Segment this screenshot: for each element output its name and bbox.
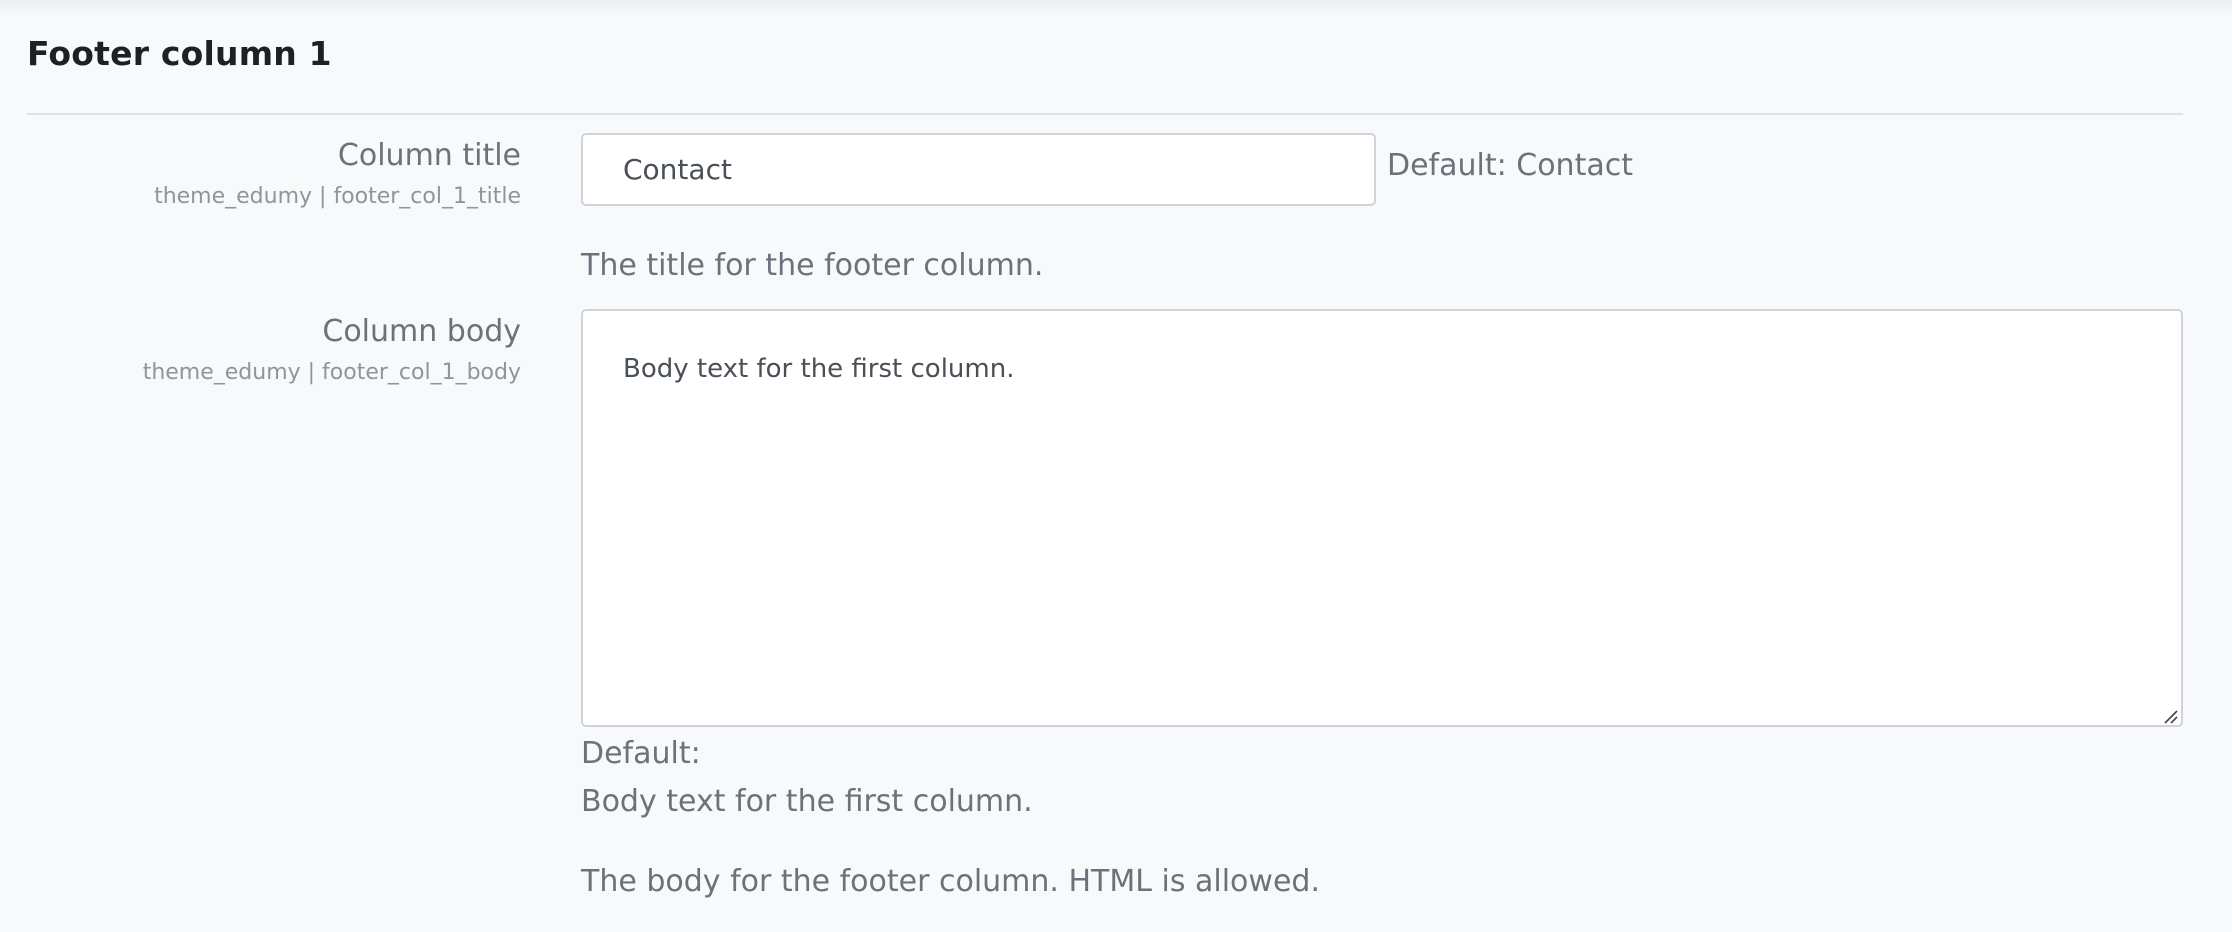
column-body-setting-key: theme_edumy | footer_col_1_body [142,360,521,385]
column-title-default: Default: Contact [1387,148,1633,183]
section-divider [27,113,2183,115]
column-body-description: The body for the footer column. HTML is … [581,864,1320,899]
top-shadow [0,0,2232,16]
column-title-description: The title for the footer column. [581,248,1044,283]
column-title-input[interactable] [581,133,1376,206]
section-title: Footer column 1 [27,34,332,73]
column-title-setting-key: theme_edumy | footer_col_1_title [154,184,521,209]
column-title-label: Column title [337,138,521,173]
column-body-label: Column body [322,314,521,349]
column-body-textarea[interactable] [581,309,2183,727]
column-body-default-value: Body text for the first column. [581,784,1033,819]
resize-grip-icon[interactable] [2162,708,2178,724]
column-body-default-label: Default: [581,736,701,771]
settings-page: Footer column 1 Column title theme_edumy… [0,0,2232,932]
